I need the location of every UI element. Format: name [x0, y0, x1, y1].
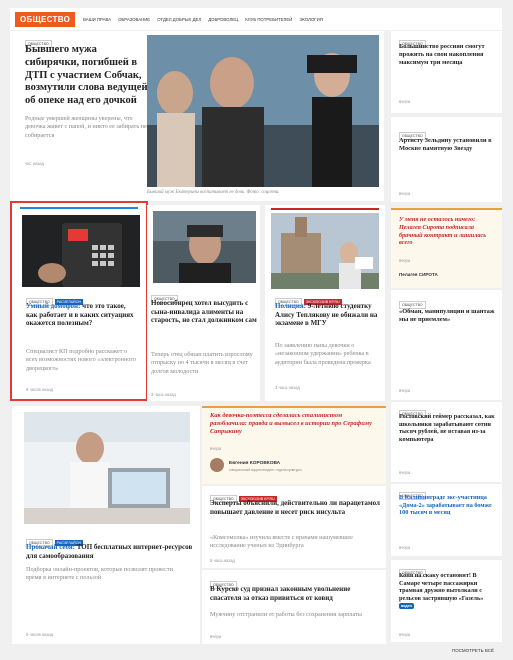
opinion-time: вчера: [210, 446, 222, 451]
news-time: вчера: [399, 388, 411, 393]
laptop-photo-illustration: [24, 412, 190, 524]
featured-lead: Родные умершей женщины уверены, что дево…: [25, 115, 147, 139]
news-title[interactable]: Прокачай себя: ТОП бесплатных интернет-р…: [26, 543, 196, 560]
news-lead: Мужчину отстранили от работы без сохране…: [210, 611, 362, 618]
nav-item[interactable]: ЭКОЛОГИЯ: [299, 17, 323, 22]
video-badge[interactable]: видео: [399, 603, 414, 609]
section-header: ОБЩЕСТВО ВАШИ ПРАВА ОБРАЗОВАНИЕ ОТДЕЛ ДО…: [10, 8, 502, 30]
featured-photo[interactable]: [147, 35, 379, 187]
news-time: вчера: [399, 632, 411, 637]
section-nav: ВАШИ ПРАВА ОБРАЗОВАНИЕ ОТДЕЛ ДОБРЫХ ДЕЛ …: [83, 17, 330, 22]
news-title-lead: Прокачай себя:: [26, 543, 75, 551]
author-avatar: [210, 458, 224, 472]
opinion-card[interactable]: У меня не осталось ничего: Пелагея Сирот…: [391, 208, 502, 288]
man-photo-illustration: [153, 211, 256, 283]
news-time: вчера: [399, 99, 411, 104]
news-lead: Теперь отец обязан платить взрослому отп…: [151, 351, 253, 375]
news-time: 5 часа назад: [210, 558, 235, 563]
opinion-quote[interactable]: У меня не осталось ничего: Пелагея Сирот…: [399, 216, 497, 247]
news-time: вчера: [210, 634, 222, 639]
opinion-author[interactable]: Евгения КОРОВКОВА: [229, 461, 280, 466]
highlight-frame: [10, 201, 148, 401]
news-card[interactable]: ОБЩЕСТВО В Курске суд признал законным у…: [202, 570, 386, 644]
news-photo[interactable]: [271, 213, 379, 289]
nav-item[interactable]: ОТДЕЛ ДОБРЫХ ДЕЛ: [157, 17, 201, 22]
news-photo[interactable]: [153, 211, 256, 283]
news-lead: Подборка онлайн-проектов, которые позвол…: [26, 566, 173, 582]
news-card[interactable]: ОБЩЕСТВО В Калининграде экс-участница «Д…: [391, 484, 502, 556]
news-title[interactable]: В Калининграде экс-участница «Дома-2» за…: [399, 494, 497, 517]
view-all-link[interactable]: ПОСМОТРЕТЬ ВСЁ: [452, 648, 494, 653]
news-card[interactable]: ОБЩЕСТВО Коня на скаку остановит! В Сама…: [391, 560, 502, 642]
news-lead: По заявлению папы девочки о «незаконном …: [275, 342, 371, 366]
news-title-lead: Полиция:: [275, 302, 306, 310]
news-time: вчера: [399, 470, 411, 475]
photo-caption: Бывший муж Екатерины воспитывает ее дочь…: [147, 190, 280, 195]
nav-item[interactable]: ВАШИ ПРАВА: [83, 17, 111, 22]
news-card[interactable]: ОБЩЕСТВО «Обман, манипуляции и шантаж мы…: [391, 290, 502, 400]
opinion-author: Пелагея СИРОТА: [399, 272, 438, 277]
news-time: 9 часов назад: [26, 632, 54, 637]
opinion-quote[interactable]: Как девочка-поэтесса сделалась сталинист…: [210, 412, 380, 436]
news-card[interactable]: ОБЩЕСТВО ЭКСКЛЮЗИВ KP.RU Полиция: 9-летню…: [265, 205, 385, 401]
news-title[interactable]: Ростовский геймер рассказал, как школьни…: [399, 413, 497, 443]
news-time: 3 часа назад: [151, 392, 176, 397]
news-title[interactable]: Коня на скаку остановит! В Самаре четыре…: [399, 572, 497, 610]
opinion-time: вчера: [399, 258, 411, 263]
news-photo[interactable]: [24, 412, 190, 524]
news-title[interactable]: «Обман, манипуляции и шантаж мы не прием…: [399, 308, 497, 324]
opinion-card[interactable]: Как девочка-поэтесса сделалась сталинист…: [202, 406, 386, 484]
news-time: вчера: [399, 545, 411, 550]
news-title[interactable]: Новосибирец хотел высудить с сына-инвали…: [151, 299, 257, 325]
featured-article[interactable]: ОБЩЕСТВО Бывшего мужа сибирячки, погибше…: [10, 31, 384, 201]
opinion-author-role: специальный корреспондент отдела культур…: [229, 468, 302, 472]
featured-title[interactable]: Бывшего мужа сибирячки, погибшей в ДТП с…: [25, 44, 150, 108]
news-title[interactable]: Артисту Зельдину установили в Москве пам…: [399, 137, 497, 153]
news-card[interactable]: ОБЩЕСТВО Ростовский геймер рассказал, ка…: [391, 402, 502, 482]
news-card[interactable]: ОБЩЕСТВО ЭКСКЛЮЗИВ KP.RU Эксперты объясни…: [202, 486, 386, 568]
news-card-self-education[interactable]: ОБЩЕСТВО РАСЧЕЛАЙОН Прокачай себя: ТОП бе…: [12, 406, 200, 644]
nav-item[interactable]: КЛУБ ПОТРЕБИТЕЛЕЙ: [245, 17, 292, 22]
news-time: вчера: [399, 191, 411, 196]
news-card[interactable]: ОБЩЕСТВО Артисту Зельдину установили в М…: [391, 117, 502, 202]
university-photo-illustration: [271, 213, 379, 289]
nav-item[interactable]: ДОБРОВОЛЕЦ: [208, 17, 238, 22]
news-title[interactable]: Полиция: 9-летнюю студентку Алису Тепляк…: [275, 302, 381, 328]
featured-time: час назад: [25, 161, 45, 166]
news-time: 3 часа назад: [275, 385, 300, 390]
news-card[interactable]: ОБЩЕСТВО Большинство россиян смогут прож…: [391, 31, 502, 113]
news-title-text: Коня на скаку остановит! В Самаре четыре…: [399, 572, 484, 602]
featured-photo-illustration: [147, 35, 379, 187]
news-lead: «Комсомолка» изучила вместе с врачами на…: [210, 534, 353, 550]
news-title[interactable]: В Курске суд признал законным увольнение…: [210, 585, 382, 602]
news-title[interactable]: Эксперты объяснили, действительно ли пар…: [210, 499, 382, 516]
nav-item[interactable]: ОБРАЗОВАНИЕ: [118, 17, 150, 22]
news-title[interactable]: Большинство россиян смогут прожить на св…: [399, 43, 497, 66]
news-card[interactable]: ОБЩЕСТВО Новосибирец хотел высудить с сы…: [147, 205, 260, 401]
section-logo[interactable]: ОБЩЕСТВО: [15, 11, 76, 27]
